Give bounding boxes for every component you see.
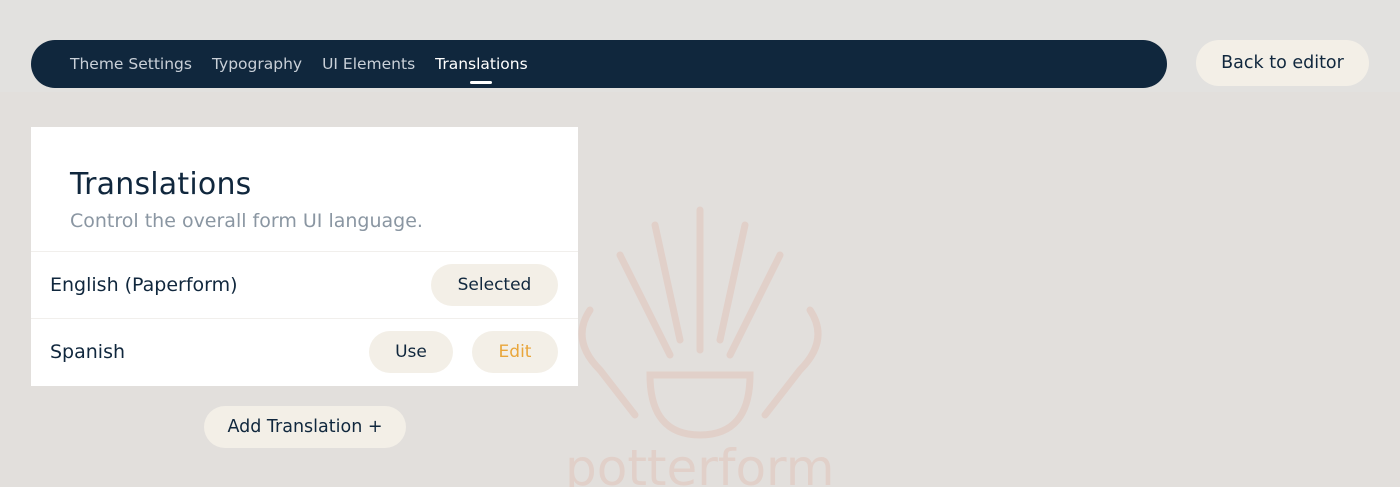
translation-label: Spanish <box>50 341 126 363</box>
edit-button[interactable]: Edit <box>472 331 558 373</box>
use-button[interactable]: Use <box>369 331 453 373</box>
back-to-editor-button[interactable]: Back to editor <box>1196 40 1369 86</box>
tab-ui-elements[interactable]: UI Elements <box>322 55 415 73</box>
page-subtitle: Control the overall form UI language. <box>70 210 423 232</box>
tab-theme-settings[interactable]: Theme Settings <box>70 55 192 73</box>
potterform-logo-icon: potterform <box>565 206 834 487</box>
page-title: Translations <box>70 167 252 202</box>
tab-translations[interactable]: Translations <box>435 55 528 84</box>
translation-row-english: English (Paperform) Selected <box>31 251 578 318</box>
selected-button[interactable]: Selected <box>431 264 558 306</box>
svg-text:potterform: potterform <box>565 439 834 487</box>
tab-typography[interactable]: Typography <box>212 55 302 73</box>
translations-card: Translations Control the overall form UI… <box>31 127 578 386</box>
add-translation-button[interactable]: Add Translation + <box>204 406 406 448</box>
card-header: Translations Control the overall form UI… <box>31 127 578 251</box>
settings-nav-bar: Theme Settings Typography UI Elements Tr… <box>31 40 1167 88</box>
translation-label: English (Paperform) <box>50 274 238 296</box>
translation-row-spanish: Spanish Use Edit <box>31 318 578 385</box>
